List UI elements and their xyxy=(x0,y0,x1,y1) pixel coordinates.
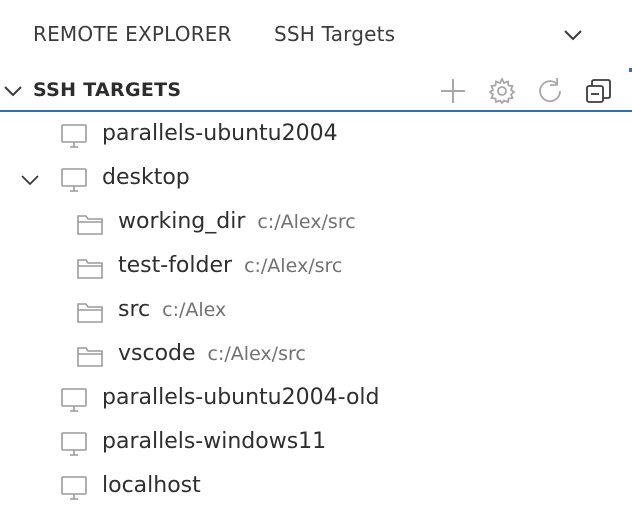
folder-path: c:/Alex/src xyxy=(257,211,356,233)
folder-path: c:/Alex/src xyxy=(244,255,343,277)
plus-icon xyxy=(441,79,465,103)
ssh-target-label: parallels-ubuntu2004 xyxy=(102,121,338,146)
folder-icon xyxy=(76,255,104,281)
folder-label-group: working_dir c:/Alex/src xyxy=(118,209,356,234)
collapse-all-button[interactable] xyxy=(584,76,614,106)
ssh-target-row[interactable]: localhost xyxy=(0,466,632,510)
ssh-target-row[interactable]: parallels-ubuntu2004-old xyxy=(0,378,632,422)
chevron-down-icon[interactable] xyxy=(19,169,41,191)
ssh-target-label: localhost xyxy=(102,473,201,498)
folder-icon xyxy=(76,211,104,237)
section-title: SSH TARGETS xyxy=(33,79,182,101)
ssh-targets-section-header[interactable]: SSH TARGETS xyxy=(0,70,632,112)
folder-icon xyxy=(76,299,104,325)
folder-label-group: vscode c:/Alex/src xyxy=(118,341,306,366)
folder-row[interactable]: vscode c:/Alex/src xyxy=(0,334,632,378)
refresh-icon xyxy=(539,78,561,103)
ssh-target-row[interactable]: parallels-windows11 xyxy=(0,422,632,466)
folder-row[interactable]: working_dir c:/Alex/src xyxy=(0,202,632,246)
folder-row[interactable]: src c:/Alex xyxy=(0,290,632,334)
monitor-icon xyxy=(60,431,88,457)
ssh-target-row[interactable]: desktop xyxy=(0,158,632,202)
monitor-icon xyxy=(60,475,88,501)
panel-title-bar: REMOTE EXPLORER SSH Targets xyxy=(0,0,632,68)
folder-name: vscode xyxy=(118,341,196,366)
panel-title: REMOTE EXPLORER xyxy=(33,22,232,46)
folder-path: c:/Alex xyxy=(162,299,227,321)
folder-label-group: test-folder c:/Alex/src xyxy=(118,253,342,278)
ssh-target-label: desktop xyxy=(102,165,190,190)
section-chevron-down-icon[interactable] xyxy=(2,80,24,102)
monitor-icon xyxy=(60,387,88,413)
folder-name: test-folder xyxy=(118,253,233,278)
collapse-all-icon xyxy=(586,79,611,103)
folder-name: working_dir xyxy=(118,209,246,234)
monitor-icon xyxy=(60,123,88,149)
ssh-target-row[interactable]: parallels-ubuntu2004 xyxy=(0,114,632,158)
gear-icon xyxy=(488,76,516,105)
view-selector-label[interactable]: SSH Targets xyxy=(274,22,395,46)
add-new-target-button[interactable] xyxy=(438,76,468,106)
folder-label-group: src c:/Alex xyxy=(118,297,226,322)
folder-name: src xyxy=(118,297,151,322)
ssh-target-label: parallels-ubuntu2004-old xyxy=(102,385,380,410)
chevron-down-icon[interactable] xyxy=(560,22,586,48)
folder-path: c:/Alex/src xyxy=(207,343,306,365)
ssh-target-label: parallels-windows11 xyxy=(102,429,327,454)
folder-row[interactable]: test-folder c:/Alex/src xyxy=(0,246,632,290)
monitor-icon xyxy=(60,167,88,193)
configure-button[interactable] xyxy=(487,76,517,106)
folder-icon xyxy=(76,343,104,369)
refresh-button[interactable] xyxy=(535,76,565,106)
